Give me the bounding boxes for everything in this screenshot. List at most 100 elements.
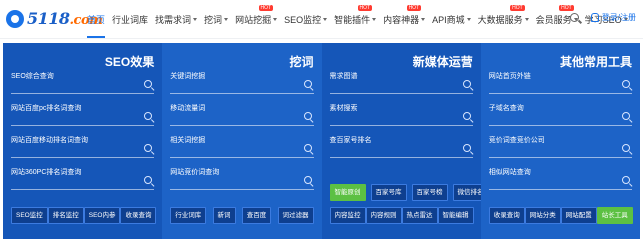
tool-button[interactable]: 收录查询	[120, 207, 157, 224]
search-icon[interactable]	[303, 176, 312, 184]
field-label: 相似网站查询	[488, 169, 531, 176]
chevron-down-icon	[193, 17, 198, 21]
hot-badge: HOT	[357, 4, 373, 11]
field-label: 网站首页外链	[488, 73, 531, 80]
top-right-tools: 登录/注册	[569, 12, 636, 23]
search-icon[interactable]	[303, 112, 312, 120]
tool-button[interactable]: SEO内参	[83, 207, 121, 224]
nav-item-label: SEO监控	[284, 14, 322, 25]
column-buttons: SEO监控 排名监控 SEO内参 收录查询	[11, 207, 157, 224]
tool-button[interactable]: 站长工具	[596, 207, 633, 224]
search-icon[interactable]	[303, 144, 312, 152]
tool-button[interactable]: 排名监控	[47, 207, 84, 224]
tool-button[interactable]: 词过滤器	[277, 207, 314, 224]
search-icon[interactable]	[144, 80, 153, 88]
tool-button[interactable]: 热点雷达	[401, 207, 438, 224]
nav-item-4[interactable]: 网站挖掘 HOT	[235, 4, 278, 26]
nav-item-label: API商城	[432, 14, 465, 25]
tool-column-2: 新媒体运营 需求图谱 素材搜索 查百家号排名 智能原创 百家号库 百家号榜 微信排名 内容监控内…	[321, 43, 489, 239]
field-label: 网站竞价词查询	[170, 169, 220, 176]
search-icon[interactable]	[622, 80, 630, 88]
search-icon[interactable]	[462, 80, 471, 88]
nav-item-label: 网站挖掘	[235, 14, 272, 25]
tool-search-field[interactable]: 网站百度移动排名词查询	[11, 135, 155, 158]
tool-search-field[interactable]: 素材搜索	[329, 103, 473, 126]
nav-item-2[interactable]: 找需求词	[155, 13, 198, 26]
tool-button[interactable]: 智能编辑	[437, 207, 474, 224]
tool-search-field[interactable]: 需求图谱	[329, 71, 473, 94]
field-label: 移动流量词	[170, 105, 206, 112]
chevron-down-icon	[466, 17, 471, 21]
tool-search-field[interactable]: 相似网站查询	[488, 167, 632, 190]
tool-button[interactable]: 网站分类	[524, 207, 561, 224]
tool-search-field[interactable]: 查百家号排名	[329, 135, 473, 158]
nav-item-3[interactable]: 挖词	[204, 13, 229, 26]
nav-item-8[interactable]: API商城	[432, 13, 471, 26]
tool-search-field[interactable]: 竞价词查竞价公司	[488, 135, 632, 158]
quick-button[interactable]: 百家号榜	[411, 184, 448, 201]
tool-search-field[interactable]: 网站360PC排名词查询	[11, 167, 155, 190]
nav-item-6[interactable]: 智能插件 HOT	[334, 4, 377, 26]
chevron-down-icon	[224, 17, 229, 21]
hot-badge: HOT	[510, 4, 525, 11]
tool-button[interactable]: 网站配置	[560, 207, 597, 224]
search-icon[interactable]	[462, 112, 471, 120]
search-icon[interactable]	[144, 176, 153, 184]
search-icon[interactable]	[622, 176, 630, 184]
nav-item-label: 挖词	[204, 14, 223, 25]
user-icon	[590, 13, 599, 22]
login-register-link[interactable]: 登录/注册	[602, 12, 636, 23]
tool-column-0: SEO效果 SEO综合查询 网站百度pc排名词查询 网站百度移动排名词查询 网站360P…	[3, 43, 163, 239]
nav-item-7[interactable]: 内容神器 HOT	[383, 4, 426, 26]
quick-button[interactable]: 智能原创	[329, 184, 366, 201]
tool-button[interactable]: 内容规则	[365, 207, 402, 224]
search-icon[interactable]	[569, 13, 579, 22]
field-label: 查百家号排名	[329, 137, 372, 144]
nav-item-9[interactable]: 大数据服务 HOT	[477, 4, 529, 26]
tool-button[interactable]: 收录查询	[488, 207, 525, 224]
tool-search-field[interactable]: 网站竞价词查询	[170, 167, 314, 190]
field-label: SEO综合查询	[11, 73, 54, 80]
nav-item-0[interactable]: 首页	[87, 13, 106, 38]
tool-search-field[interactable]: 子域名查询	[488, 103, 632, 126]
tool-search-field[interactable]: 网站首页外链	[488, 71, 632, 94]
field-label: 相关词挖掘	[170, 137, 206, 144]
search-icon[interactable]	[144, 112, 153, 120]
tool-search-field[interactable]: 网站百度pc排名词查询	[11, 103, 155, 126]
field-label: 网站百度移动排名词查询	[11, 137, 88, 144]
tool-button[interactable]: 内容监控	[329, 207, 366, 224]
chevron-down-icon	[372, 17, 377, 21]
nav-item-1[interactable]: 行业词库	[112, 13, 148, 26]
tool-search-field[interactable]: 移动流量词	[170, 103, 314, 126]
tool-button[interactable]: 查百度	[241, 207, 272, 224]
search-icon[interactable]	[622, 144, 630, 152]
hot-badge: HOT	[258, 4, 274, 11]
tool-button[interactable]: 行业词库	[170, 207, 207, 224]
column-buttons: 行业词库 新词 查百度 词过滤器	[170, 207, 314, 224]
column-title: 其他常用工具	[559, 55, 632, 69]
tool-button[interactable]: SEO监控	[11, 207, 48, 224]
column-title: 挖词	[289, 55, 314, 69]
chevron-down-icon	[421, 17, 426, 21]
nav-item-5[interactable]: SEO监控	[284, 13, 328, 26]
tool-search-field[interactable]: 相关词挖掘	[170, 135, 314, 158]
column-title: 新媒体运营	[412, 55, 473, 69]
nav-item-label: 行业词库	[112, 14, 149, 25]
tool-button[interactable]: 新词	[212, 207, 236, 224]
field-label: 需求图谱	[329, 73, 358, 80]
search-icon[interactable]	[462, 144, 471, 152]
tool-search-field[interactable]: SEO综合查询	[11, 71, 155, 94]
search-icon[interactable]	[303, 80, 312, 88]
column-buttons: 内容监控 内容规则 热点雷达 智能编辑	[329, 207, 474, 224]
field-label: 网站360PC排名词查询	[11, 169, 82, 176]
search-icon[interactable]	[622, 112, 630, 120]
field-label: 素材搜索	[329, 105, 358, 112]
field-label: 子域名查询	[488, 105, 524, 112]
tools-panel: SEO效果 SEO综合查询 网站百度pc排名词查询 网站百度移动排名词查询 网站360P…	[3, 43, 640, 239]
tool-search-field[interactable]: 关键词挖掘	[170, 71, 314, 94]
search-icon[interactable]	[144, 144, 153, 152]
field-label: 关键词挖掘	[170, 73, 206, 80]
quick-button[interactable]: 百家号库	[370, 184, 407, 201]
nav-item-label: 大数据服务	[477, 14, 523, 25]
chevron-down-icon	[524, 17, 529, 21]
